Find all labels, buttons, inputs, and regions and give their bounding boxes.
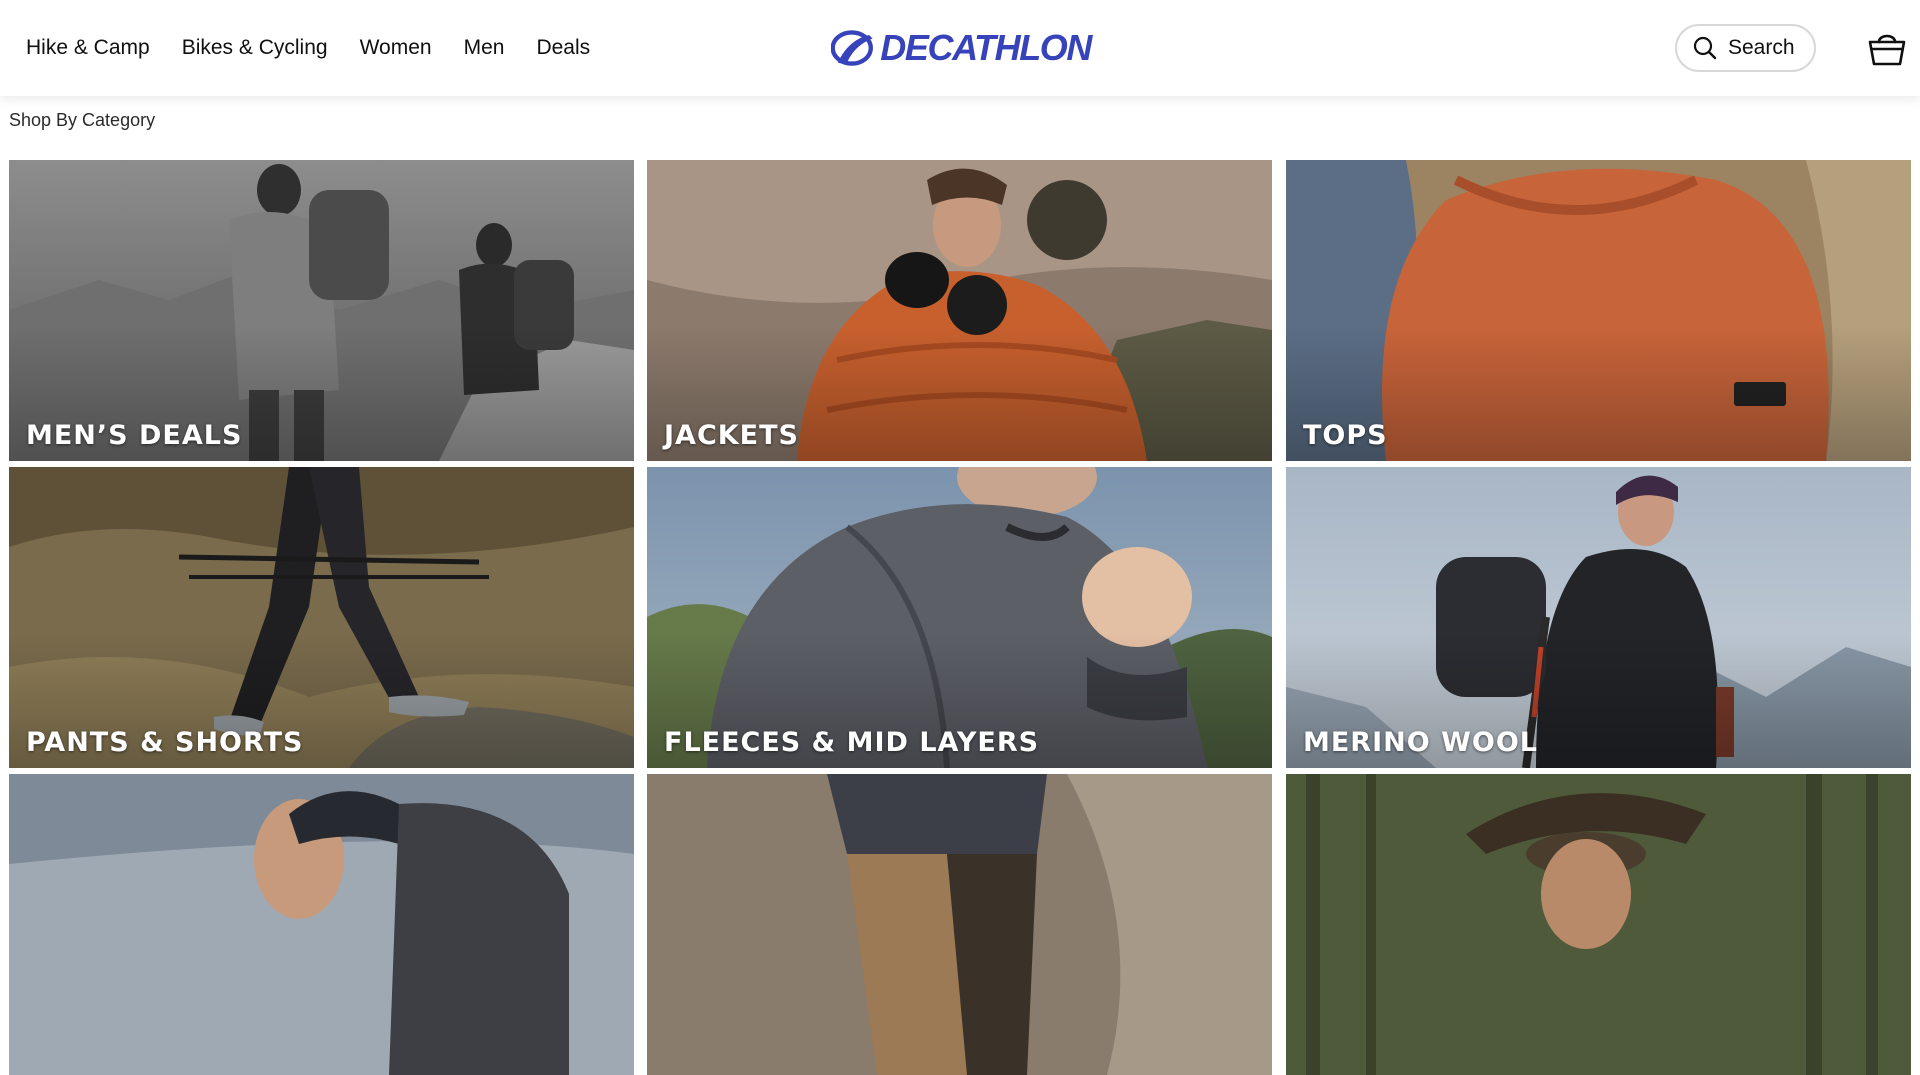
category-tile-merino-wool[interactable]: MERINO WOOL [1286,467,1911,768]
category-tile-tops[interactable]: TOPS [1286,160,1911,461]
search-icon [1693,36,1717,60]
category-label: PANTS & SHORTS [26,727,304,758]
category-label: MEN’S DEALS [26,420,243,451]
nav-bikes-cycling[interactable]: Bikes & Cycling [182,36,328,60]
category-tile-fleeces-mid-layers[interactable]: FLEECES & MID LAYERS [647,467,1272,768]
search-label: Search [1728,36,1795,59]
category-label: TOPS [1303,420,1388,451]
site-header: Hike & Camp Bikes & Cycling Women Men De… [0,0,1920,96]
category-tile-jackets[interactable]: JACKETS [647,160,1272,461]
category-tile-7[interactable] [9,774,634,1075]
category-9-photo [1286,774,1911,1075]
nav-deals[interactable]: Deals [536,36,590,60]
category-label: FLEECES & MID LAYERS [664,727,1040,758]
nav-men[interactable]: Men [464,36,505,60]
category-tile-9[interactable] [1286,774,1911,1075]
category-8-photo [647,774,1272,1075]
main-nav: Hike & Camp Bikes & Cycling Women Men De… [26,0,590,96]
category-tile-mens-deals[interactable]: MEN’S DEALS [9,160,634,461]
category-tile-8[interactable] [647,774,1272,1075]
category-label: JACKETS [664,420,799,451]
section-title: Shop By Category [9,110,156,130]
nav-women[interactable]: Women [360,36,432,60]
category-tile-pants-shorts[interactable]: PANTS & SHORTS [9,467,634,768]
logo-wordmark: DECATHLON [880,27,1092,68]
logo-mark-icon [831,30,873,66]
cart-button[interactable] [1866,26,1908,68]
category-7-photo [9,774,634,1075]
search-button[interactable]: Search [1675,24,1816,72]
category-label: MERINO WOOL [1303,727,1538,758]
brand-logo[interactable]: DECATHLON [831,27,1092,69]
basket-icon [1868,34,1906,66]
nav-hike-camp[interactable]: Hike & Camp [26,36,150,60]
